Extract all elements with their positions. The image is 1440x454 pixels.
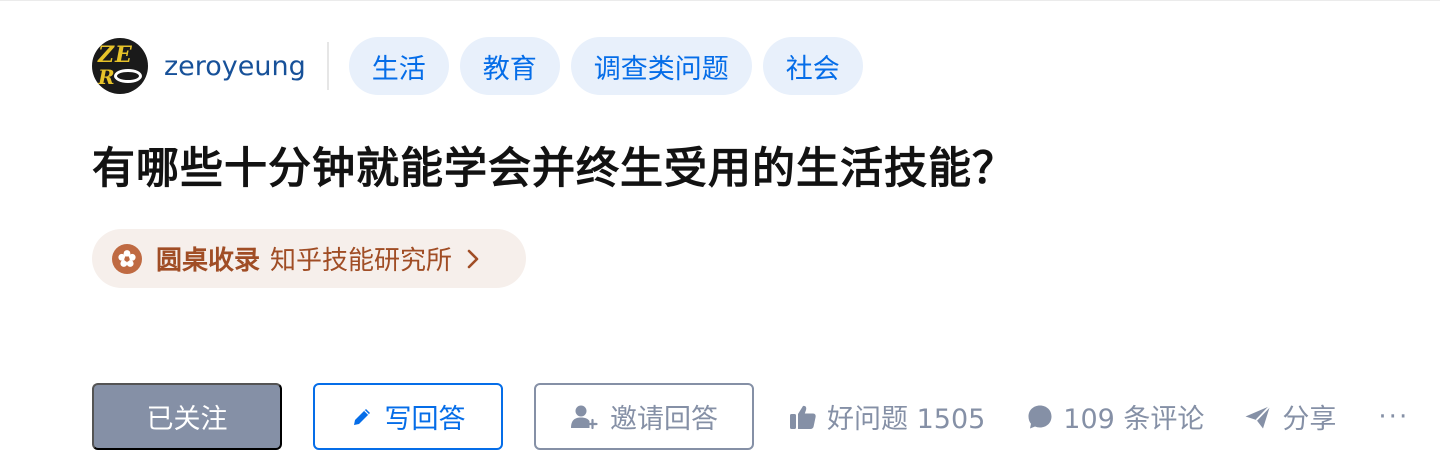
top-divider bbox=[0, 0, 1440, 1]
follow-button-label: 已关注 bbox=[146, 404, 228, 434]
topic-tag[interactable]: 生活 bbox=[348, 37, 449, 95]
add-user-icon bbox=[571, 405, 598, 429]
comments-label: 109 条评论 bbox=[1063, 404, 1205, 435]
write-answer-button[interactable]: 写回答 bbox=[313, 383, 503, 450]
question-header: ZE R zeroyeung 生活 教育 调查类问题 社会 bbox=[92, 37, 874, 95]
share-label: 分享 bbox=[1282, 404, 1337, 435]
roundtable-badge[interactable]: 圆桌收录 知乎技能研究所 bbox=[92, 229, 526, 288]
roundtable-name: 知乎技能研究所 bbox=[270, 246, 453, 276]
topic-tags: 生活 教育 调查类问题 社会 bbox=[348, 37, 874, 95]
invite-answer-button[interactable]: 邀请回答 bbox=[534, 383, 754, 450]
avatar[interactable]: ZE R bbox=[92, 38, 148, 94]
follow-button[interactable]: 已关注 bbox=[92, 383, 282, 450]
question-title: 有哪些十分钟就能学会并终生受用的生活技能？ bbox=[92, 144, 1016, 194]
roundtable-label: 圆桌收录 bbox=[156, 246, 261, 276]
topic-tag[interactable]: 调查类问题 bbox=[570, 37, 752, 95]
good-question-button[interactable]: 好问题 1505 bbox=[789, 397, 985, 436]
pencil-icon bbox=[353, 408, 370, 425]
topic-tag[interactable]: 教育 bbox=[459, 37, 560, 95]
good-question-label: 好问题 1505 bbox=[827, 404, 986, 435]
comments-button[interactable]: 109 条评论 bbox=[1027, 397, 1204, 436]
roundtable-flower-icon bbox=[112, 243, 142, 274]
more-options-icon[interactable]: ··· bbox=[1378, 402, 1409, 432]
share-button[interactable]: 分享 bbox=[1244, 397, 1336, 436]
question-actions: 已关注 写回答 邀请回答 好问题 1505 109 条评论 分享 ··· bbox=[92, 383, 1409, 450]
header-divider bbox=[326, 42, 329, 90]
topic-tag[interactable]: 社会 bbox=[762, 37, 863, 95]
thumbs-up-icon bbox=[790, 405, 816, 429]
invite-answer-label: 邀请回答 bbox=[610, 404, 718, 434]
chevron-right-icon bbox=[466, 248, 480, 270]
author-name[interactable]: zeroyeung bbox=[164, 51, 306, 82]
write-answer-label: 写回答 bbox=[384, 404, 466, 434]
paper-plane-icon bbox=[1245, 404, 1272, 428]
comment-bubble-icon bbox=[1028, 405, 1052, 428]
